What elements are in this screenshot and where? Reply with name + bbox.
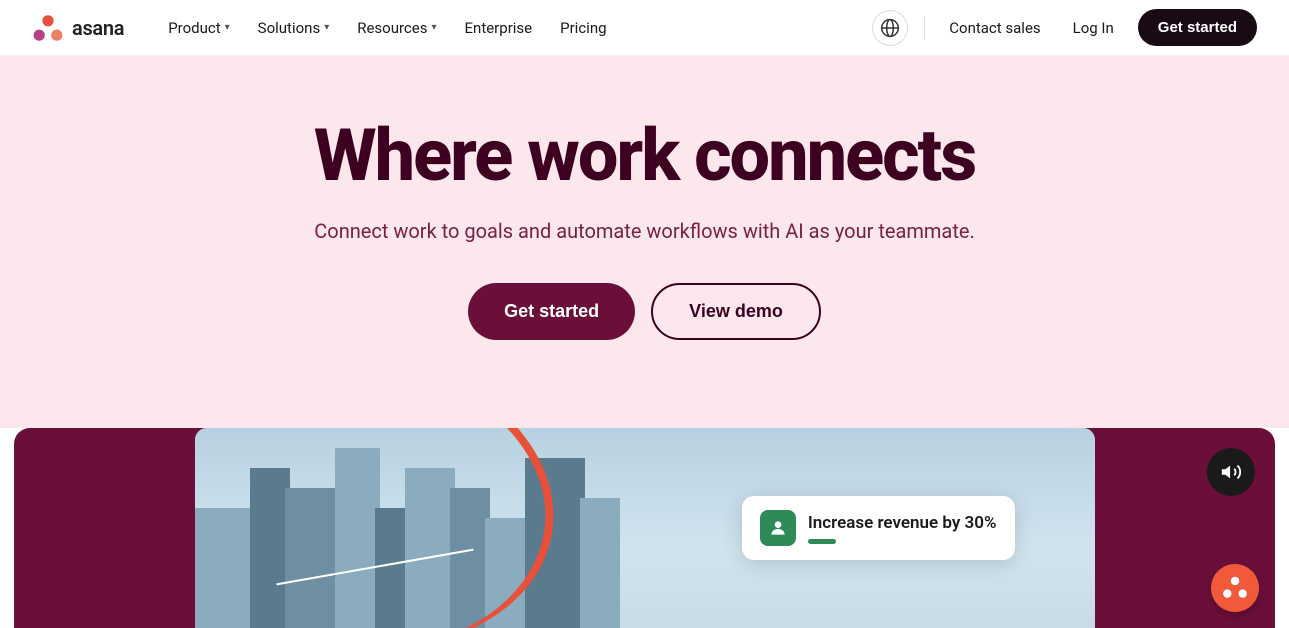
building-10 — [580, 498, 620, 628]
revenue-title: Increase revenue by 30% — [808, 513, 997, 533]
resources-chevron-icon: ▾ — [431, 22, 436, 33]
nav-links: Product ▾ Solutions ▾ Resources ▾ Enterp… — [156, 13, 872, 43]
contact-sales-link[interactable]: Contact sales — [941, 13, 1048, 43]
nav-resources[interactable]: Resources ▾ — [345, 13, 448, 43]
nav-right: Contact sales Log In Get started — [872, 9, 1257, 46]
nav-divider — [924, 16, 925, 40]
nav-product[interactable]: Product ▾ — [156, 13, 241, 43]
login-link[interactable]: Log In — [1065, 13, 1122, 43]
hero-subtitle: Connect work to goals and automate workf… — [20, 219, 1269, 243]
logo-text: asana — [72, 16, 124, 40]
language-button[interactable] — [872, 10, 908, 46]
video-frame: Increase revenue by 30% — [195, 428, 1095, 628]
logo[interactable]: asana — [32, 14, 124, 42]
revenue-card: Increase revenue by 30% — [742, 496, 1015, 560]
get-started-hero-button[interactable]: Get started — [468, 283, 635, 340]
video-section: Increase revenue by 30% — [14, 428, 1275, 628]
hero-title: Where work connects — [20, 116, 1269, 195]
nav-solutions[interactable]: Solutions ▾ — [246, 13, 342, 43]
revenue-content: Increase revenue by 30% — [808, 513, 997, 544]
solutions-chevron-icon: ▾ — [324, 22, 329, 33]
nav-pricing[interactable]: Pricing — [548, 13, 618, 43]
revenue-icon — [760, 510, 796, 546]
product-chevron-icon: ▾ — [225, 22, 230, 33]
view-demo-button[interactable]: View demo — [651, 283, 821, 340]
asana-float-button[interactable] — [1211, 564, 1259, 612]
get-started-nav-button[interactable]: Get started — [1138, 9, 1257, 46]
nav-enterprise[interactable]: Enterprise — [453, 13, 545, 43]
navbar: asana Product ▾ Solutions ▾ Resources ▾ … — [0, 0, 1289, 56]
hero-buttons: Get started View demo — [20, 283, 1269, 340]
revenue-progress-bar — [808, 539, 836, 544]
hero-section: Where work connects Connect work to goal… — [0, 56, 1289, 428]
sound-button[interactable] — [1207, 448, 1255, 496]
